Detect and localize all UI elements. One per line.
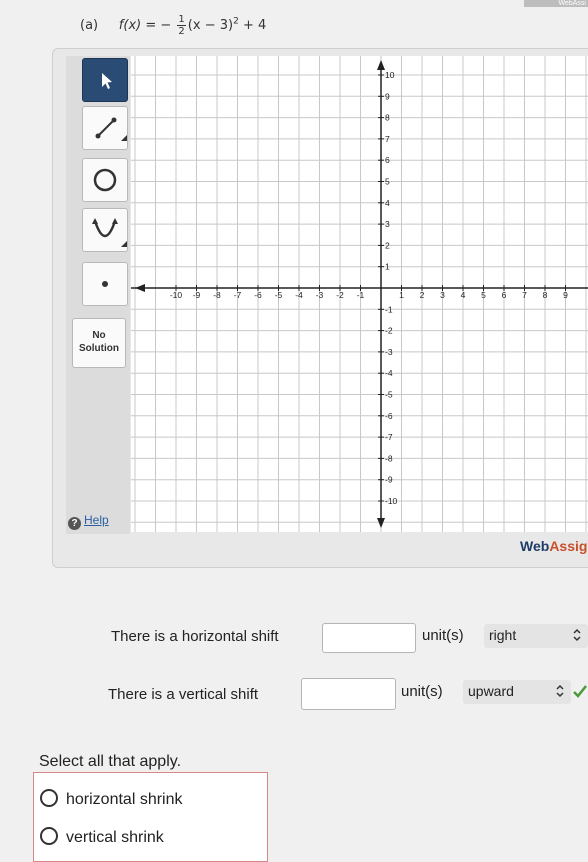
vertical-units-label: unit(s) — [401, 683, 443, 700]
x-tick-label: 5 — [481, 290, 486, 300]
function-name: f(x) — [118, 18, 142, 33]
y-tick-label: -1 — [385, 304, 393, 314]
vertical-shift-input[interactable] — [301, 678, 396, 710]
circle-tool-button[interactable] — [82, 158, 128, 202]
y-tick-label: -8 — [385, 453, 393, 463]
x-tick-label: -1 — [357, 290, 365, 300]
horizontal-direction-select[interactable]: right — [484, 624, 588, 648]
y-tick-label: 8 — [385, 113, 390, 123]
option-vertical-shrink[interactable]: vertical shrink — [40, 827, 164, 847]
y-tick-label: 1 — [385, 262, 390, 272]
y-tick-label: -3 — [385, 347, 393, 357]
option-label: horizontal shrink — [66, 791, 183, 808]
brand-accent: Assig — [549, 538, 588, 554]
horizontal-direction-value: right — [489, 627, 517, 643]
fraction-numerator: 1 — [177, 14, 186, 26]
y-tick-label: 6 — [385, 155, 390, 165]
y-tick-label: -5 — [385, 390, 393, 400]
x-tick-label: -9 — [193, 290, 201, 300]
radio-circle-icon[interactable] — [40, 789, 58, 807]
y-tick-label: 10 — [385, 70, 395, 80]
y-tick-label: -9 — [385, 475, 393, 485]
horizontal-shift-input[interactable] — [322, 623, 416, 653]
x-tick-label: -4 — [295, 290, 303, 300]
fraction-denominator: 2 — [178, 26, 185, 37]
y-tick-label: -4 — [385, 368, 393, 378]
equals-sign: = − — [145, 18, 172, 33]
circle-icon — [93, 168, 117, 192]
option-label: vertical shrink — [66, 829, 164, 846]
point-tool-button[interactable] — [82, 262, 128, 306]
brand-corner-badge: WebAssi — [524, 0, 588, 7]
x-tick-label: -7 — [234, 290, 242, 300]
x-tick-label: 8 — [543, 290, 548, 300]
select-arrows-icon — [573, 628, 581, 642]
brand-main: Web — [520, 538, 550, 554]
checkmark-icon — [573, 685, 587, 698]
y-tick-label: 5 — [385, 177, 390, 187]
y-tick-label: 4 — [385, 198, 390, 208]
brand-logo: WebAssig — [520, 538, 587, 554]
x-tick-label: 9 — [563, 290, 568, 300]
x-tick-label: -5 — [275, 290, 283, 300]
parabola-tool-button[interactable] — [82, 208, 128, 252]
vertical-direction-select[interactable]: upward — [463, 680, 571, 704]
x-tick-label: -3 — [316, 290, 324, 300]
option-horizontal-shrink[interactable]: horizontal shrink — [40, 789, 183, 809]
select-all-title: Select all that apply. — [39, 753, 182, 770]
help-link[interactable]: ? Help — [68, 513, 109, 530]
horizontal-units-label: unit(s) — [422, 627, 464, 644]
x-tick-label: 1 — [399, 290, 404, 300]
x-tick-label: -10 — [170, 290, 183, 300]
line-tool-button[interactable] — [82, 106, 128, 150]
y-tick-label: 3 — [385, 219, 390, 229]
x-tick-label: 4 — [461, 290, 466, 300]
no-solution-button[interactable]: No Solution — [72, 318, 126, 368]
fraction: 12 — [177, 14, 186, 37]
y-tick-label: -10 — [385, 496, 398, 506]
x-tick-label: 2 — [420, 290, 425, 300]
vertical-direction-value: upward — [468, 683, 514, 699]
y-tick-label: -6 — [385, 411, 393, 421]
function-tail: + 4 — [242, 18, 267, 33]
vertical-shift-text: There is a vertical shift — [108, 686, 259, 703]
x-tick-label: -2 — [336, 290, 344, 300]
radio-circle-icon[interactable] — [40, 827, 58, 845]
x-tick-label: -6 — [254, 290, 262, 300]
y-tick-label: 9 — [385, 91, 390, 101]
exponent: 2 — [233, 16, 239, 27]
y-tick-label: -2 — [385, 326, 393, 336]
pointer-icon — [102, 73, 112, 89]
help-icon: ? — [68, 517, 81, 530]
x-tick-label: -8 — [213, 290, 221, 300]
y-tick-label: 7 — [385, 134, 390, 144]
coordinate-grid[interactable]: -10 -9 -8 -7 -6 -5 -4 -3 -2 -1 1 2 3 4 5 6 7 8 9 10 9 8 7 6 5 4 3 2… — [131, 56, 588, 532]
no-solution-line1: No — [92, 330, 106, 341]
y-tick-label: 2 — [385, 240, 390, 250]
function-body: (x − 3) — [187, 18, 234, 33]
options-box: horizontal shrink vertical shrink — [33, 772, 268, 862]
horizontal-shift-text: There is a horizontal shift — [111, 628, 279, 645]
function-equation: (a) f(x) = − 1 2 (x − 3)2 + 4 — [80, 14, 266, 37]
no-solution-line2: Solution — [79, 343, 119, 354]
select-arrows-icon — [556, 684, 564, 698]
parabola-icon — [92, 218, 127, 247]
point-icon — [102, 281, 108, 287]
y-tick-label: -7 — [385, 432, 393, 442]
x-tick-label: 3 — [440, 290, 445, 300]
part-label: (a) — [80, 18, 99, 33]
help-label: Help — [84, 513, 109, 527]
pointer-tool-button[interactable] — [82, 58, 128, 102]
x-tick-label: 6 — [502, 290, 507, 300]
line-segment-icon — [95, 117, 127, 141]
x-tick-label: 7 — [522, 290, 527, 300]
